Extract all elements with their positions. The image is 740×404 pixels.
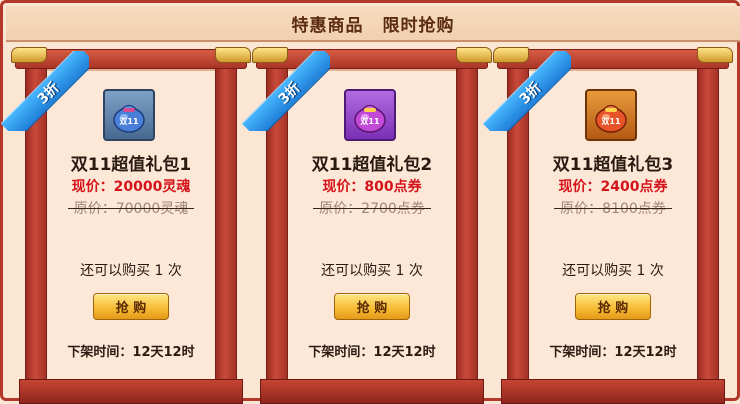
pillar-right [697,67,719,387]
purchase-remaining: 还可以购买 1 次 [80,263,182,279]
offline-time: 下架时间：12天12时 [67,345,195,360]
item-slot[interactable]: 双11 [103,89,155,141]
discount-ribbon: 3折 [242,51,330,131]
purchase-remaining: 还可以购买 1 次 [321,263,423,279]
discount-badge: 3折 [34,79,63,108]
current-price: 现价：800点券 [322,179,422,195]
title-limited-time: 限时抢购 [382,15,455,36]
orange-gift-bag-icon: 双11 [595,104,627,133]
original-price: 原价：8100点券 [497,198,729,218]
offline-time: 下架时间：12天12时 [549,345,677,360]
pillar-right [456,67,478,387]
card-base [501,379,725,404]
discount-ribbon: 3折 [483,51,571,131]
gold-ornament-right [697,47,733,63]
item-name: 双11超值礼包2 [311,155,433,175]
pillar-right [215,67,237,387]
title-special-items: 特惠商品 [291,15,364,36]
discount-badge: 3折 [516,79,545,108]
purchase-remaining: 还可以购买 1 次 [562,263,664,279]
current-price: 现价：2400点券 [558,179,668,195]
offer-card-2: 3折 双11 双11超值礼包2 现价：800点券 原价：2700点券 还可以购买… [242,47,492,404]
buy-button[interactable]: 抢 购 [93,293,169,320]
card-base [19,379,243,404]
buy-button[interactable]: 抢 购 [334,293,410,320]
page-title: 特惠商品 限时抢购 [286,11,461,36]
shop-header: 特惠商品 限时抢购 [6,6,740,42]
original-price: 原价：2700点券 [256,198,488,218]
offer-card-1: 3折 双11 双11超值礼包1 现价：20000灵魂 原价：70000灵魂 还可… [1,47,251,404]
original-price: 原价：70000灵魂 [15,198,247,218]
blue-gift-bag-icon: 双11 [113,104,145,133]
shop-window: 特惠商品 限时抢购 3折 双11 双11超值礼包1 现价：20000灵魂 原价：… [0,0,740,404]
card-base [260,379,484,404]
buy-button[interactable]: 抢 购 [575,293,651,320]
offline-time: 下架时间：12天12时 [308,345,436,360]
purple-gift-bag-icon: 双11 [354,104,386,133]
discount-ribbon: 3折 [1,51,89,131]
item-name: 双11超值礼包3 [552,155,674,175]
svg-text:双11: 双11 [601,117,621,126]
current-price: 现价：20000灵魂 [71,179,191,195]
item-slot[interactable]: 双11 [585,89,637,141]
svg-text:双11: 双11 [360,117,380,126]
svg-text:双11: 双11 [119,117,139,126]
item-name: 双11超值礼包1 [70,155,192,175]
offer-card-3: 3折 双11 双11超值礼包3 现价：2400点券 原价：8100点券 还可以购… [483,47,733,404]
item-slot[interactable]: 双11 [344,89,396,141]
discount-badge: 3折 [275,79,304,108]
